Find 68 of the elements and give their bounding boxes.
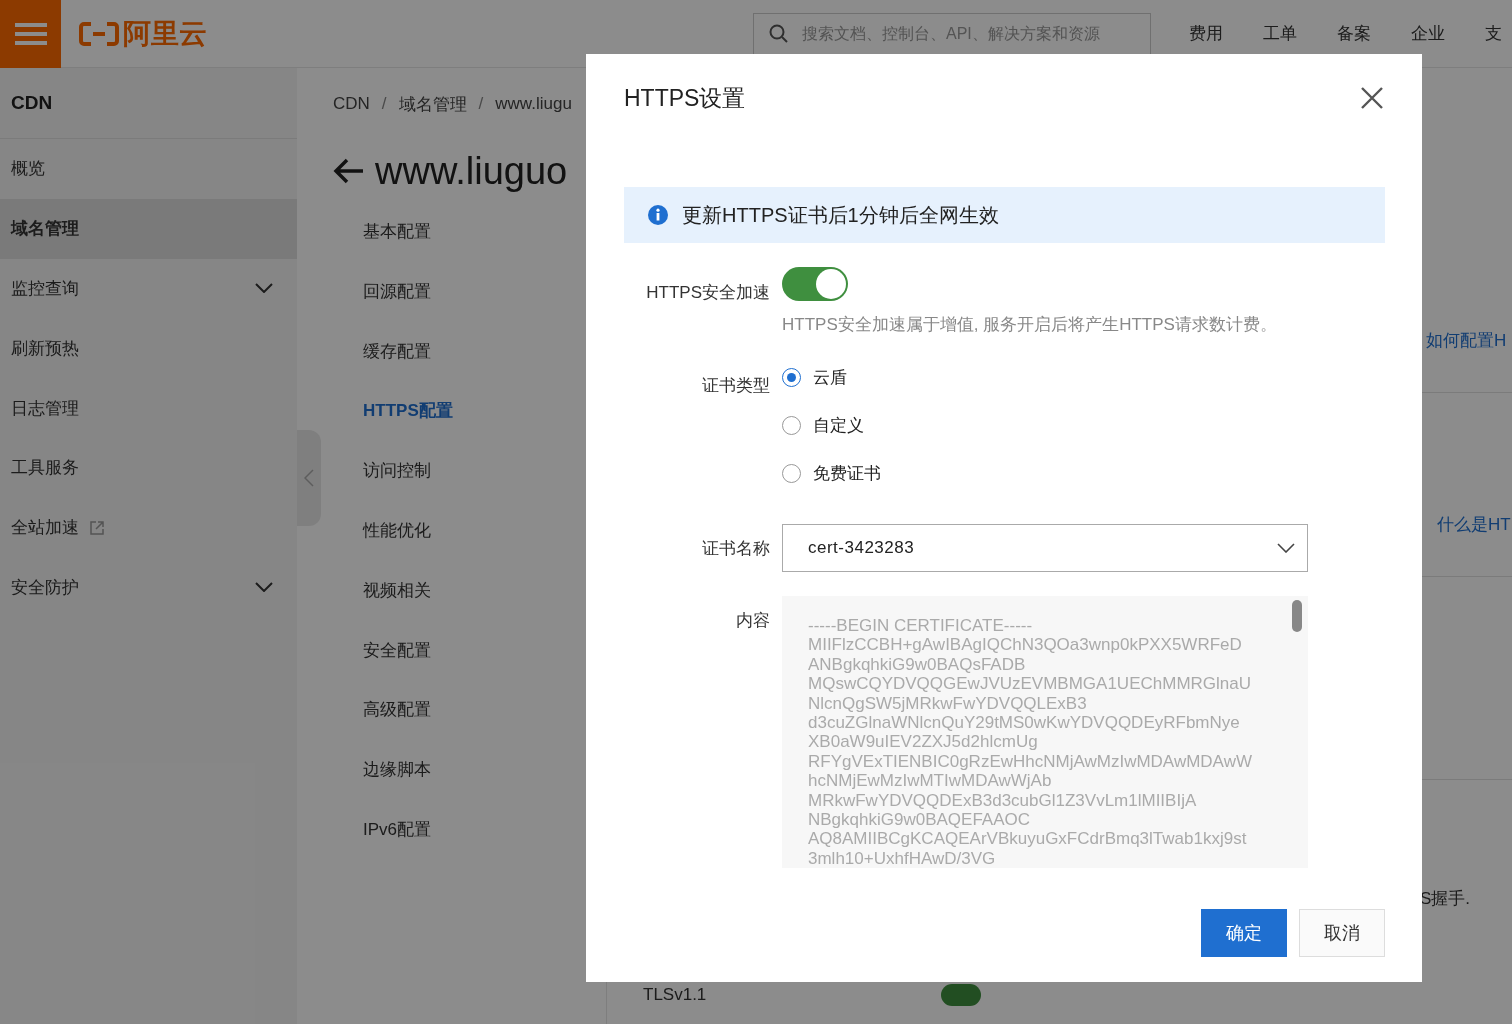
chevron-down-icon [255, 582, 273, 593]
nav-link[interactable]: 费用 [1189, 22, 1223, 45]
certificate-select[interactable]: cert-3423283 [782, 524, 1308, 572]
cancel-button[interactable]: 取消 [1299, 909, 1385, 957]
collapse-handle[interactable] [297, 430, 321, 526]
certificate-text-line: NlcnQgSW5jMRkwFwYDVQQLExB3 [808, 693, 1088, 714]
certificate-text-line: 3mlh10+UxhfHAwD/3VG [808, 848, 997, 868]
sidebar-item[interactable]: 刷新预热 [0, 318, 297, 379]
field-label: 证书类型 [701, 375, 770, 397]
certificate-text-line: XB0aW9uIEV2ZXJ5d2hlcmUg [808, 732, 1039, 752]
certificate-text-line: MIIFlzCCBH+gAwIBAgIQChN3QOa3wnp0kPXX5WRFeD [808, 635, 1243, 655]
close-button[interactable] [1361, 87, 1383, 109]
dialog-title: HTTPS设置 [624, 83, 746, 113]
breadcrumb-link[interactable]: www.liugu [495, 94, 572, 114]
chevron-down-icon [1277, 543, 1295, 553]
sidebar-item[interactable]: 全站加速 [0, 497, 297, 558]
breadcrumb-link[interactable]: 域名管理 [398, 92, 467, 116]
breadcrumb-separator: / [478, 94, 484, 114]
sidebar-item[interactable]: 工具服务 [0, 438, 297, 498]
search-icon [769, 23, 789, 44]
menu-icon [14, 22, 47, 45]
certificate-textarea[interactable] [782, 596, 1308, 868]
sidebar-item[interactable]: 域名管理 [0, 198, 297, 259]
nav-link[interactable]: 备案 [1337, 22, 1371, 45]
radio-label[interactable]: 自定义 [813, 414, 864, 437]
info-icon [648, 205, 668, 225]
help-link[interactable]: 什么是HT [1437, 513, 1512, 536]
certificate-text-line: -----BEGIN CERTIFICATE----- [808, 616, 1034, 636]
logo-icon [79, 20, 119, 47]
certificate-text-line: NBgkqhkiG9w0BAQEFAAOC [808, 810, 1032, 830]
setting-label: TLSv1.1 [643, 985, 708, 1005]
field-label: HTTPS安全加速 [645, 282, 770, 304]
sidebar-item[interactable]: 日志管理 [0, 378, 297, 438]
sidebar-item[interactable]: 安全防护 [0, 557, 297, 618]
breadcrumb-link[interactable]: CDN [333, 94, 370, 114]
nav-link[interactable]: 支 [1485, 22, 1502, 45]
scrollbar-thumb[interactable] [1292, 600, 1302, 632]
certificate-text-line: MRkwFwYDVQQDExB3d3cubGl1Z3VvLm1lMIIBIjA [808, 790, 1198, 811]
help-link[interactable]: 如何配置H [1426, 329, 1512, 352]
sidebar-item[interactable]: 概览 [0, 139, 297, 199]
field-label: 证书名称 [701, 537, 770, 560]
close-icon [1361, 87, 1383, 109]
sidebar-item[interactable]: 监控查询 [0, 258, 297, 319]
chevron-left-icon [304, 469, 314, 487]
page-title: www.liuguo [375, 149, 568, 193]
certificate-text-line: RFYgVExTIENBIC0gRzEwHhcNMjAwMzIwMDAwMDAwW [808, 751, 1253, 772]
toggle-switch[interactable] [782, 267, 848, 301]
certificate-text-line: ANBgkqhkiG9w0BAQsFADB [808, 654, 1027, 675]
certificate-text-line: AQ8AMIIBCgKCAQEArVBkuyuGxFCdrBmq3lTwab1kxj9st [808, 829, 1248, 849]
field-label: 内容 [735, 610, 770, 632]
certificate-text-line: hcNMjEwMzIwMTIwMDAwWjAb [808, 771, 1053, 791]
toggle-switch[interactable] [941, 984, 981, 1006]
alert-text: 更新HTTPS证书后1分钟后全网生效 [682, 202, 999, 228]
confirm-button[interactable]: 确定 [1201, 909, 1287, 957]
sidebar-title: CDN [0, 68, 297, 139]
external-link-icon [89, 519, 105, 536]
chevron-down-icon [255, 283, 273, 294]
menu-button[interactable] [0, 0, 61, 68]
breadcrumb-separator: / [381, 94, 387, 114]
certificate-text-line: d3cuZGlnaWNlcnQuY29tMS0wKwYDVQQDEyRFbmNye [808, 713, 1241, 733]
radio-label[interactable]: 云盾 [813, 366, 847, 389]
logo-text: 阿里云 [123, 16, 207, 51]
radio-label[interactable]: 免费证书 [813, 462, 881, 485]
nav-link[interactable]: 工单 [1263, 22, 1297, 45]
nav-link[interactable]: 企业 [1411, 22, 1445, 45]
certificate-text-line: MQswCQYDVQQGEwJVUzEVMBMGA1UEChMMRGlnaU [808, 674, 1252, 694]
back-arrow-icon[interactable] [333, 158, 365, 184]
hint-text: HTTPS安全加速属于增值, 服务开启后将产生HTTPS请求数计费。 [782, 314, 1277, 336]
